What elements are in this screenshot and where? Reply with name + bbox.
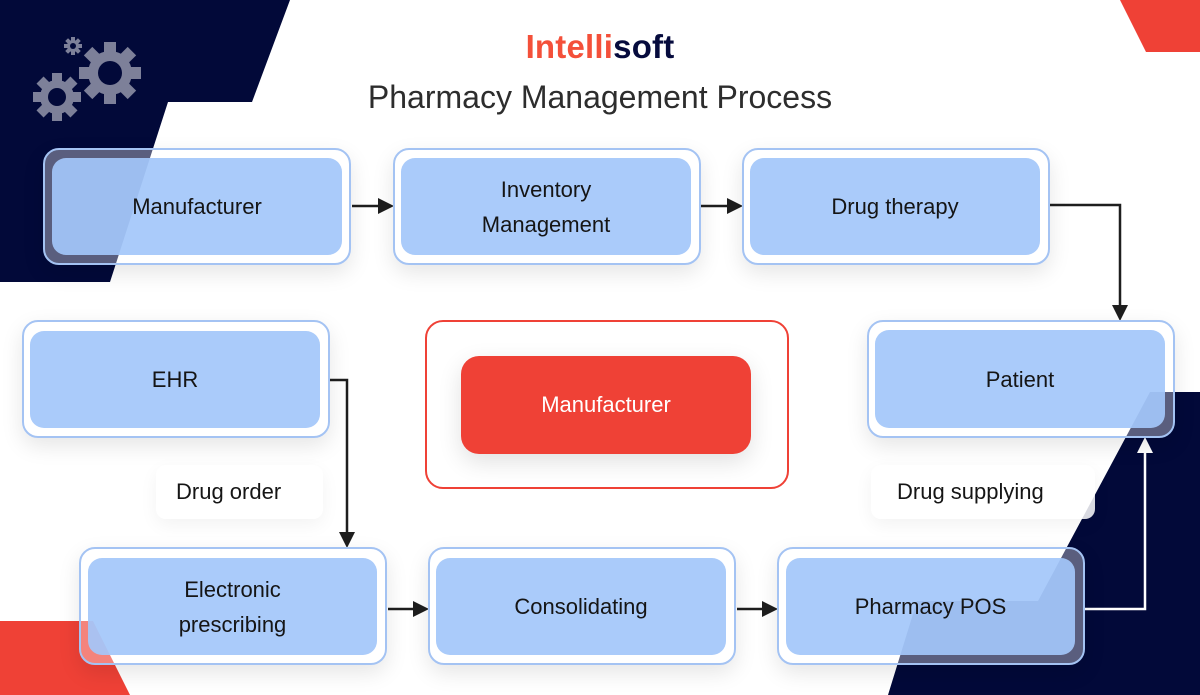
intellisoft-logo: Intellisoft xyxy=(0,28,1200,66)
node-center-manufacturer[interactable]: Manufacturer xyxy=(461,356,751,454)
node-consolidating-label: Consolidating xyxy=(514,594,648,619)
node-manufacturer[interactable]: Manufacturer xyxy=(52,158,342,255)
page-title: Pharmacy Management Process xyxy=(367,79,833,115)
node-ehr-label: EHR xyxy=(151,367,199,392)
edge-label-drug-order: Drug order xyxy=(156,465,323,519)
node-manufacturer-label: Manufacturer xyxy=(132,194,262,219)
node-inventory-label-line2: Management xyxy=(481,211,611,237)
node-consolidating[interactable]: Consolidating xyxy=(436,558,726,655)
node-inventory-management[interactable]: Inventory Management xyxy=(401,158,691,255)
node-eprescribing-label-line1: Electronic xyxy=(184,576,281,602)
node-center-label: Manufacturer xyxy=(541,392,671,417)
node-patient[interactable]: Patient xyxy=(875,330,1165,428)
edge-label-drug-supplying-text: Drug supplying xyxy=(897,479,1044,504)
node-ehr[interactable]: EHR xyxy=(30,331,320,428)
logo-part-2: soft xyxy=(613,28,675,65)
node-drug-therapy[interactable]: Drug therapy xyxy=(750,158,1040,255)
node-pharmacy-pos[interactable]: Pharmacy POS xyxy=(786,558,1075,655)
logo-part-1: Intelli xyxy=(525,28,614,65)
node-pharmacy-pos-label: Pharmacy POS xyxy=(854,594,1007,619)
node-electronic-prescribing[interactable]: Electronic prescribing xyxy=(88,558,377,655)
edge-label-drug-order-text: Drug order xyxy=(176,479,282,504)
node-patient-label: Patient xyxy=(985,366,1055,392)
node-drug-therapy-label: Drug therapy xyxy=(831,194,959,219)
node-inventory-label-line1: Inventory xyxy=(500,176,592,202)
edge-label-drug-supplying: Drug supplying xyxy=(871,465,1095,519)
node-eprescribing-label-line2: prescribing xyxy=(178,611,287,637)
